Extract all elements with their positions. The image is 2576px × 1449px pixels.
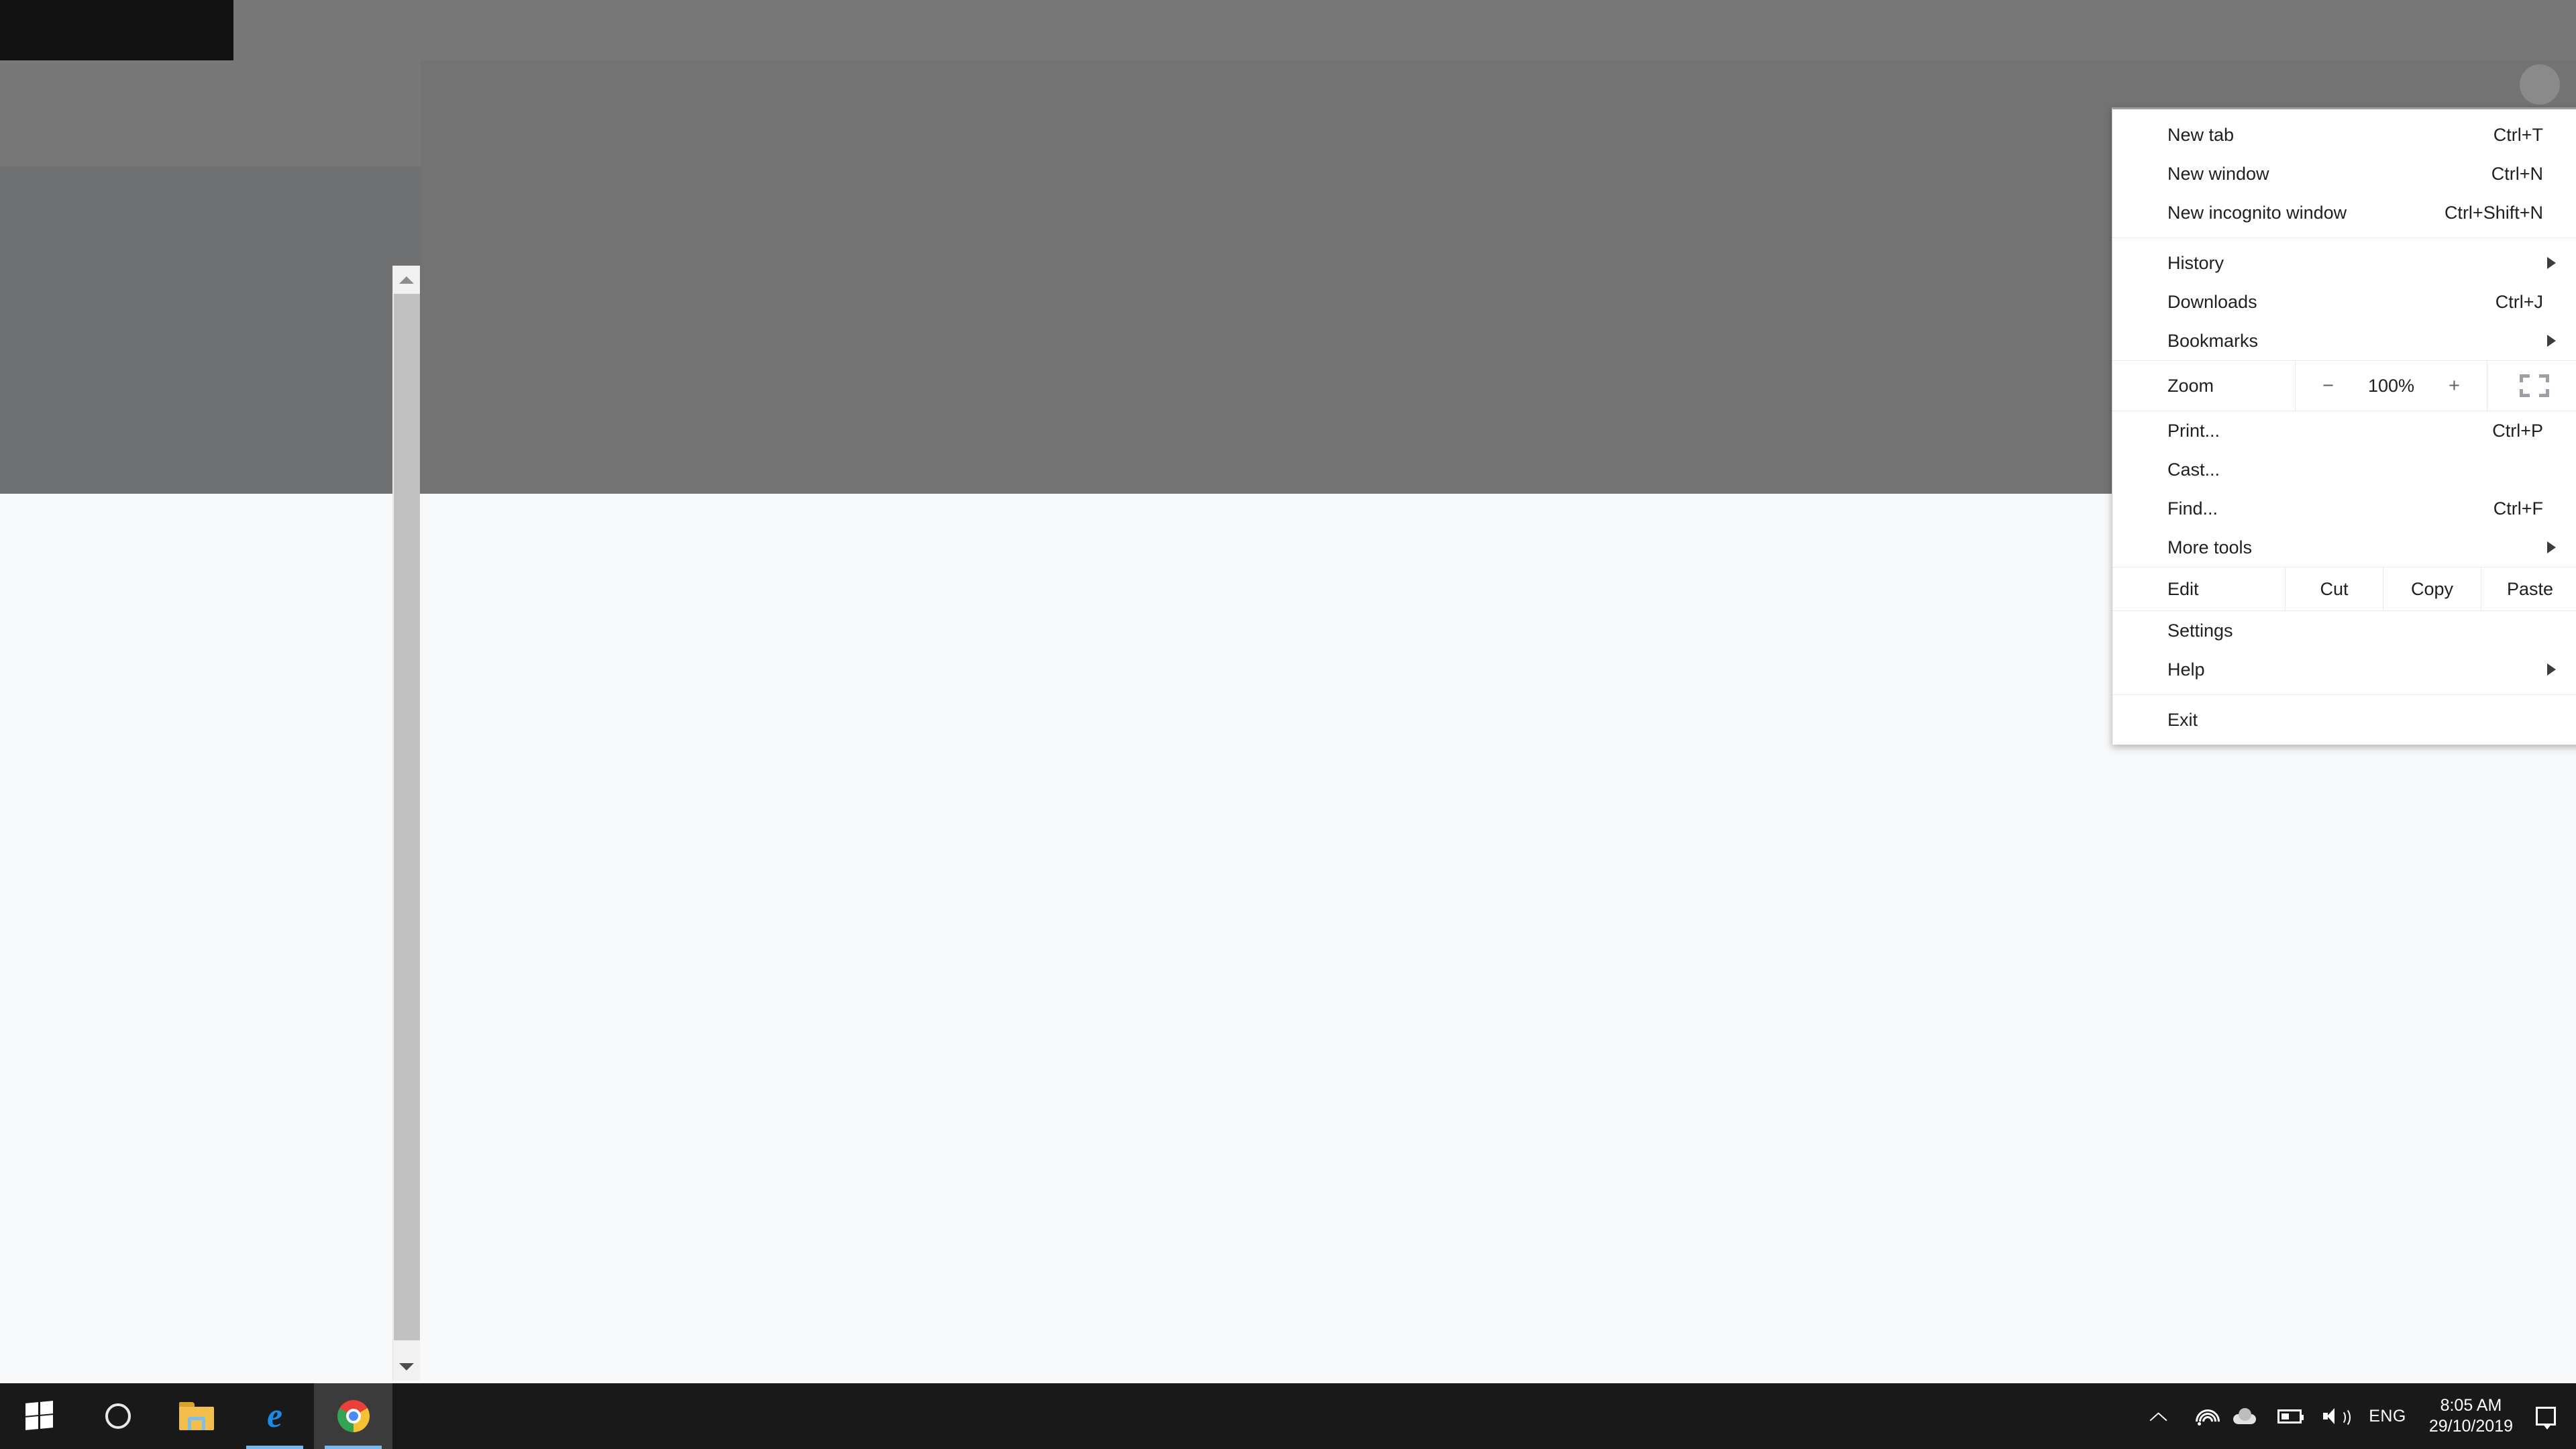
- menu-item-settings[interactable]: Settings: [2112, 611, 2576, 650]
- menu-group-browse: History Downloads Ctrl+J Bookmarks: [2112, 244, 2576, 360]
- menu-group-tools: Print... Ctrl+P Cast... Find... Ctrl+F M…: [2112, 411, 2576, 567]
- menu-row-edit: Edit Cut Copy Paste: [2112, 567, 2576, 611]
- page-scrollbar[interactable]: [392, 266, 420, 1381]
- menu-item-label: Find...: [2167, 498, 2218, 519]
- zoom-out-button[interactable]: −: [2303, 375, 2354, 397]
- clock-date: 29/10/2019: [2428, 1417, 2513, 1436]
- microsoft-edge-button[interactable]: e: [235, 1383, 314, 1449]
- onedrive-button[interactable]: [2222, 1383, 2267, 1449]
- edge-icon: e: [266, 1397, 283, 1435]
- zoom-level-value: 100%: [2367, 375, 2415, 396]
- battery-button[interactable]: [2267, 1383, 2312, 1449]
- menu-item-shortcut: Ctrl+J: [2495, 291, 2543, 312]
- clock-time: 8:05 AM: [2440, 1395, 2502, 1415]
- folder-icon: [178, 1402, 214, 1430]
- screen: New tab Ctrl+T New window Ctrl+N New inc…: [0, 0, 2576, 1449]
- menu-item-exit[interactable]: Exit: [2112, 700, 2576, 739]
- menu-group-exit: Exit: [2112, 700, 2576, 739]
- windows-taskbar: e ENG 8:05 AM 29/10/2019: [0, 1383, 2576, 1449]
- menu-item-label: New incognito window: [2167, 202, 2347, 223]
- menu-item-history[interactable]: History: [2112, 244, 2576, 282]
- notification-icon: [2536, 1407, 2556, 1430]
- menu-item-label: Exit: [2167, 709, 2198, 730]
- running-indicator: [246, 1446, 303, 1449]
- scroll-up-button[interactable]: [393, 266, 420, 294]
- menu-item-cast[interactable]: Cast...: [2112, 450, 2576, 489]
- menu-item-label: Settings: [2167, 620, 2233, 641]
- menu-separator: [2112, 237, 2576, 238]
- menu-item-find[interactable]: Find... Ctrl+F: [2112, 489, 2576, 528]
- chrome-icon: [337, 1400, 370, 1432]
- menu-item-new-window[interactable]: New window Ctrl+N: [2112, 154, 2576, 193]
- menu-separator: [2112, 694, 2576, 695]
- menu-item-shortcut: Ctrl+N: [2491, 163, 2543, 184]
- menu-item-shortcut: Ctrl+P: [2492, 420, 2543, 441]
- menu-item-label: Cast...: [2167, 459, 2220, 480]
- action-center-button[interactable]: [2525, 1383, 2567, 1449]
- file-explorer-button[interactable]: [157, 1383, 235, 1449]
- language-indicator[interactable]: ENG: [2358, 1383, 2417, 1449]
- menu-item-label: Downloads: [2167, 291, 2257, 312]
- menu-item-shortcut: Ctrl+F: [2493, 498, 2543, 519]
- running-indicator: [325, 1446, 382, 1449]
- zoom-in-button[interactable]: +: [2429, 375, 2480, 397]
- menu-item-label: Help: [2167, 659, 2205, 680]
- menu-item-label: New window: [2167, 163, 2269, 184]
- volume-button[interactable]: [2312, 1383, 2358, 1449]
- chevron-right-icon: [2547, 335, 2556, 347]
- menu-item-shortcut: Ctrl+T: [2493, 124, 2543, 145]
- windows-logo-icon: [25, 1401, 54, 1430]
- zoom-controls: − 100% +: [2295, 361, 2487, 411]
- network-button[interactable]: [2178, 1383, 2225, 1449]
- menu-item-label: History: [2167, 252, 2224, 273]
- cortana-search-button[interactable]: [78, 1383, 157, 1449]
- menu-item-help[interactable]: Help: [2112, 650, 2576, 689]
- chevron-right-icon: [2547, 663, 2556, 676]
- google-chrome-button[interactable]: [314, 1383, 392, 1449]
- clock[interactable]: 8:05 AM 29/10/2019: [2417, 1383, 2525, 1449]
- avatar[interactable]: [2520, 64, 2560, 105]
- start-button[interactable]: [0, 1383, 78, 1449]
- fullscreen-button[interactable]: [2487, 361, 2576, 411]
- chevron-right-icon: [2547, 541, 2556, 553]
- battery-icon: [2277, 1409, 2304, 1424]
- menu-item-label: More tools: [2167, 537, 2253, 557]
- language-label: ENG: [2369, 1406, 2406, 1426]
- scrollbar-thumb[interactable]: [394, 294, 420, 1340]
- cortana-circle-icon: [105, 1403, 131, 1429]
- menu-item-downloads[interactable]: Downloads Ctrl+J: [2112, 282, 2576, 321]
- copy-button[interactable]: Copy: [2383, 568, 2481, 610]
- menu-group-settings: Settings Help: [2112, 611, 2576, 689]
- show-hidden-icons-button[interactable]: [2139, 1383, 2178, 1449]
- scroll-up-arrow-icon: [399, 276, 414, 284]
- cut-button[interactable]: Cut: [2285, 568, 2383, 610]
- edit-label: Edit: [2167, 578, 2199, 599]
- menu-item-shortcut: Ctrl+Shift+N: [2444, 202, 2543, 223]
- chevron-right-icon: [2547, 257, 2556, 269]
- scroll-down-arrow-icon: [399, 1362, 414, 1371]
- menu-item-new-tab[interactable]: New tab Ctrl+T: [2112, 115, 2576, 154]
- paste-button[interactable]: Paste: [2481, 568, 2576, 610]
- system-tray: ENG 8:05 AM 29/10/2019: [2139, 1383, 2576, 1449]
- chevron-up-icon: [2150, 1411, 2167, 1421]
- menu-item-more-tools[interactable]: More tools: [2112, 528, 2576, 567]
- scroll-down-button[interactable]: [393, 1352, 420, 1381]
- menu-item-bookmarks[interactable]: Bookmarks: [2112, 321, 2576, 360]
- cloud-icon: [2233, 1408, 2257, 1424]
- menu-item-new-incognito-window[interactable]: New incognito window Ctrl+Shift+N: [2112, 193, 2576, 232]
- menu-row-zoom: Zoom − 100% +: [2112, 360, 2576, 411]
- menu-item-label: Print...: [2167, 420, 2220, 441]
- fullscreen-icon: [2520, 374, 2549, 397]
- zoom-label: Zoom: [2167, 375, 2214, 396]
- menu-item-print[interactable]: Print... Ctrl+P: [2112, 411, 2576, 450]
- menu-group-new: New tab Ctrl+T New window Ctrl+N New inc…: [2112, 115, 2576, 232]
- menu-item-label: New tab: [2167, 124, 2235, 145]
- speaker-icon: [2323, 1407, 2351, 1428]
- menu-item-label: Bookmarks: [2167, 330, 2259, 351]
- chrome-main-menu: New tab Ctrl+T New window Ctrl+N New inc…: [2112, 107, 2576, 745]
- page-dark-block: [0, 0, 233, 60]
- wifi-icon: [2189, 1404, 2225, 1439]
